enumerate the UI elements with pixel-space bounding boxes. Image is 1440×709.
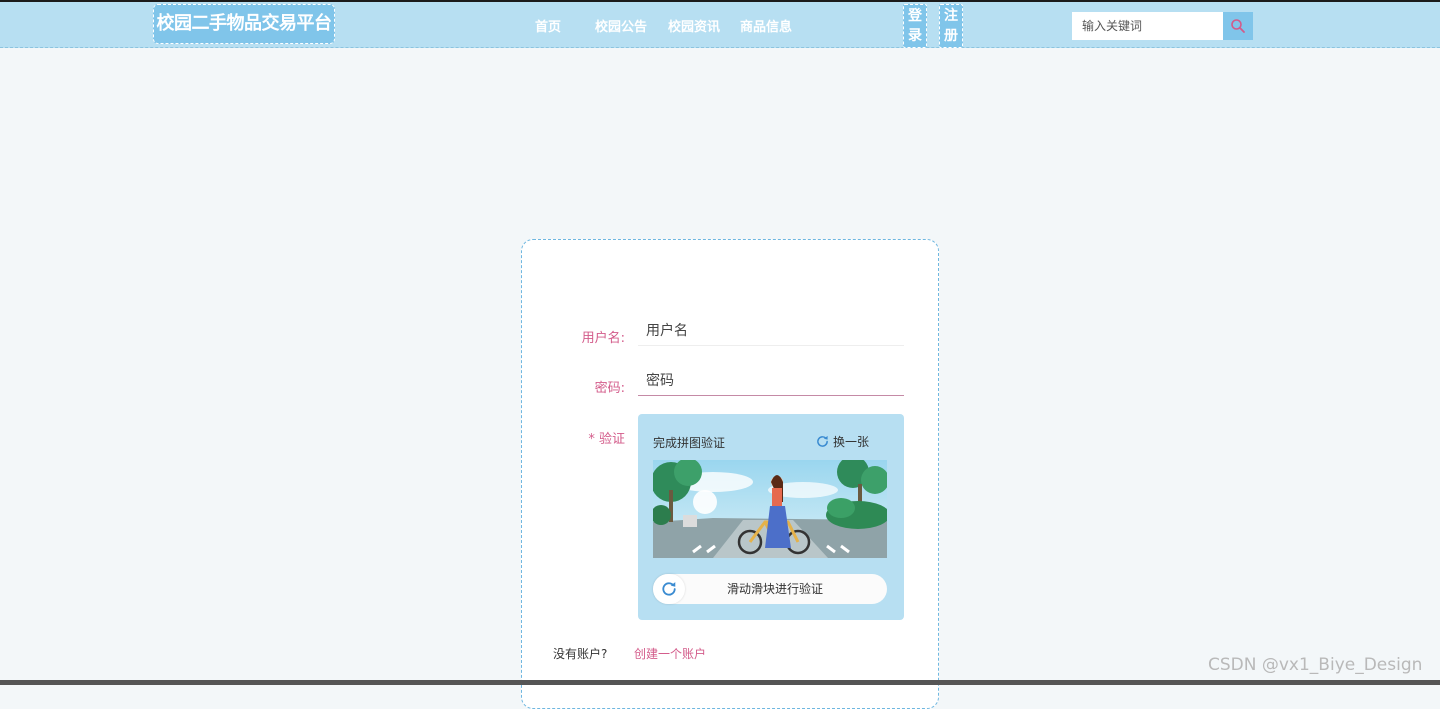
watermark-text: CSDN @vx1_Biye_Design (1208, 655, 1423, 675)
site-brand[interactable]: 校园二手物品交易平台 (153, 4, 335, 44)
window-bottom-bar (0, 680, 1440, 685)
captcha-puzzle-image (653, 460, 887, 558)
login-button[interactable]: 登录 (903, 4, 927, 48)
captcha-slider-text: 滑动滑块进行验证 (726, 582, 823, 596)
captcha-refresh-label: 换一张 (833, 435, 870, 449)
no-account-text: 没有账户? (553, 647, 608, 661)
register-button-label: 注册 (944, 8, 958, 44)
captcha-slider-track[interactable]: 滑动滑块进行验证 (653, 574, 887, 604)
search-icon (1231, 19, 1245, 33)
nav-home[interactable]: 首页 (535, 16, 561, 35)
register-button[interactable]: 注册 (939, 4, 963, 48)
slider-refresh-icon (662, 582, 676, 596)
captcha-slider-handle[interactable] (653, 574, 685, 604)
captcha-title: 完成拼图验证 (653, 436, 726, 450)
captcha-panel: 完成拼图验证 换一张 滑动滑块进行验证 (638, 414, 904, 620)
search-input[interactable] (1072, 12, 1223, 40)
nav-product-info[interactable]: 商品信息 (740, 16, 792, 35)
nav-campus-notice[interactable]: 校园公告 (595, 16, 647, 35)
top-nav-bar: 校园二手物品交易平台 首页 校园公告 校园资讯 商品信息 登录 注册 (0, 2, 1440, 48)
verify-label: * 验证 (588, 432, 625, 447)
username-label: 用户名: (581, 331, 625, 346)
password-label: 密码: (594, 381, 625, 396)
password-input[interactable] (638, 366, 904, 396)
username-input[interactable] (638, 316, 904, 346)
refresh-icon (817, 435, 828, 447)
create-account-link[interactable]: 创建一个账户 (634, 645, 706, 662)
search-button[interactable] (1223, 12, 1253, 40)
login-button-label: 登录 (908, 8, 922, 44)
captcha-refresh-button[interactable]: 换一张 (816, 433, 869, 450)
nav-campus-news[interactable]: 校园资讯 (668, 16, 720, 35)
